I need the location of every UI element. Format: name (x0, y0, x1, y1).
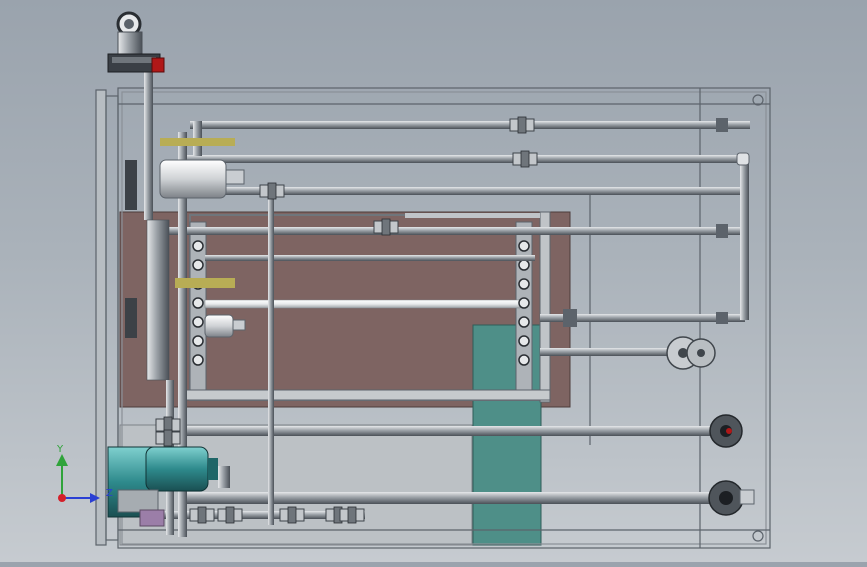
port-icon (518, 240, 530, 252)
valve-icon (189, 506, 215, 524)
valve-icon (217, 506, 243, 524)
y-axis-label: Y (56, 444, 64, 455)
valve-icon (259, 182, 285, 200)
z-axis-label: Z (106, 488, 113, 499)
port-icon (192, 335, 204, 347)
port-icon (518, 297, 530, 309)
port-icon (192, 240, 204, 252)
cad-viewport[interactable]: Y Z (0, 0, 867, 562)
flange-1[interactable] (666, 336, 716, 370)
valve-icon (279, 506, 305, 524)
port-icon (518, 259, 530, 271)
port-icon (518, 354, 530, 366)
flange-3[interactable] (708, 480, 755, 516)
y-arrow-head-icon (56, 454, 68, 466)
pipe-end-caps (563, 118, 750, 327)
assembly-drawing[interactable]: Y Z (0, 0, 867, 562)
valve-icon (339, 506, 365, 524)
port-icon (518, 316, 530, 328)
valve-icon (509, 116, 535, 134)
inlet-elbow[interactable] (107, 11, 165, 73)
port-icon (518, 335, 530, 347)
port-icon (192, 259, 204, 271)
flange-2[interactable] (709, 414, 743, 448)
valve-icon (373, 218, 399, 236)
valve-icon (155, 429, 181, 447)
port-icon (192, 354, 204, 366)
port-icon (518, 278, 530, 290)
valve-icon (512, 150, 538, 168)
origin-icon (58, 494, 66, 502)
port-icon (192, 297, 204, 309)
port-icon (192, 316, 204, 328)
white-rod (204, 299, 521, 309)
red-valve-icon (151, 57, 165, 73)
